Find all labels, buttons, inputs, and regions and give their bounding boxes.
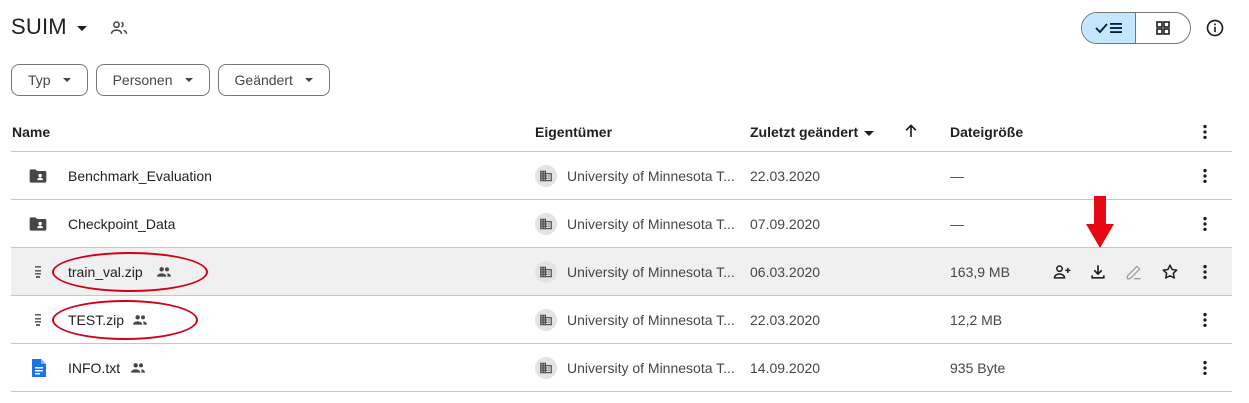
column-owner-header[interactable]: Eigentümer xyxy=(535,124,612,140)
row-modified: 06.03.2020 xyxy=(750,264,821,280)
people-icon xyxy=(133,315,147,325)
row-name[interactable]: TEST.zip xyxy=(68,312,124,328)
check-list-icon xyxy=(1094,23,1122,34)
row-size: — xyxy=(950,216,964,232)
caret-down-icon xyxy=(184,78,193,82)
domain-icon xyxy=(540,266,552,278)
row-owner: University of Minnesota T... xyxy=(567,312,735,328)
shared-folder-icon xyxy=(29,217,47,231)
row-name[interactable]: Checkpoint_Data xyxy=(68,216,175,232)
table-row[interactable]: INFO.txt University of Minnesota T... 14… xyxy=(11,344,1232,392)
caret-down-icon xyxy=(304,78,313,82)
caret-down-icon xyxy=(76,25,87,31)
owner-avatar xyxy=(535,261,557,283)
red-arrow-down-icon xyxy=(1086,196,1114,248)
row-modified: 14.09.2020 xyxy=(750,360,821,376)
row-owner: University of Minnesota T... xyxy=(567,264,735,280)
zip-file-icon xyxy=(35,266,41,278)
document-icon xyxy=(32,359,46,377)
folder-title-dropdown[interactable]: SUIM xyxy=(11,14,87,40)
column-size-header[interactable]: Dateigröße xyxy=(950,124,1023,140)
row-modified: 22.03.2020 xyxy=(750,168,821,184)
table-header: Name Eigentümer Zuletzt geändert Dateigr… xyxy=(11,112,1232,152)
table-row[interactable]: Benchmark_Evaluation University of Minne… xyxy=(11,152,1232,200)
row-owner: University of Minnesota T... xyxy=(567,168,735,184)
download-icon[interactable] xyxy=(1088,262,1108,282)
rename-icon[interactable] xyxy=(1124,262,1144,282)
row-modified: 07.09.2020 xyxy=(750,216,821,232)
grid-view-button[interactable] xyxy=(1136,13,1190,43)
people-outline-icon[interactable] xyxy=(109,18,129,38)
filter-modified-chip[interactable]: Geändert xyxy=(217,64,330,96)
owner-avatar xyxy=(535,165,557,187)
star-icon[interactable] xyxy=(1160,262,1180,282)
row-modified: 22.03.2020 xyxy=(750,312,821,328)
row-owner: University of Minnesota T... xyxy=(567,360,735,376)
row-size: 12,2 MB xyxy=(950,312,1003,328)
table-row[interactable]: TEST.zip University of Minnesota T... 22… xyxy=(11,296,1232,344)
column-modified-header[interactable]: Zuletzt geändert xyxy=(750,124,875,140)
row-name[interactable]: train_val.zip xyxy=(68,264,143,280)
caret-down-icon xyxy=(62,78,71,82)
owner-avatar xyxy=(535,309,557,331)
row-name[interactable]: INFO.txt xyxy=(68,360,120,376)
chip-label: Typ xyxy=(28,72,51,88)
share-icon[interactable] xyxy=(1052,262,1072,282)
toolbar-header: SUIM xyxy=(0,0,1249,56)
chip-label: Geändert xyxy=(234,72,293,88)
info-icon[interactable] xyxy=(1205,18,1225,38)
domain-icon xyxy=(540,170,552,182)
column-name-header[interactable]: Name xyxy=(12,124,50,140)
more-vert-icon[interactable] xyxy=(1195,310,1215,330)
more-vert-icon[interactable] xyxy=(1195,122,1215,142)
row-size: — xyxy=(950,168,964,184)
owner-avatar xyxy=(535,357,557,379)
column-modified-label: Zuletzt geändert xyxy=(750,124,859,140)
people-icon xyxy=(131,363,145,373)
shared-folder-icon xyxy=(29,169,47,183)
table-row[interactable]: train_val.zip University of Minnesota T.… xyxy=(11,248,1232,296)
domain-icon xyxy=(540,362,552,374)
more-vert-icon[interactable] xyxy=(1195,262,1215,282)
row-name[interactable]: Benchmark_Evaluation xyxy=(68,168,212,184)
owner-avatar xyxy=(535,213,557,235)
view-toggle xyxy=(1081,12,1191,44)
row-size: 163,9 MB xyxy=(950,264,1010,280)
more-vert-icon[interactable] xyxy=(1195,166,1215,186)
filter-chips: Typ Personen Geändert xyxy=(11,64,330,96)
grid-icon xyxy=(1156,21,1170,35)
chip-label: Personen xyxy=(112,72,173,88)
row-size: 935 Byte xyxy=(950,360,1006,376)
filter-type-chip[interactable]: Typ xyxy=(11,64,88,96)
filter-people-chip[interactable]: Personen xyxy=(95,64,210,96)
zip-file-icon xyxy=(35,314,41,326)
more-vert-icon[interactable] xyxy=(1195,214,1215,234)
folder-title: SUIM xyxy=(11,14,67,39)
domain-icon xyxy=(540,218,552,230)
more-vert-icon[interactable] xyxy=(1195,358,1215,378)
list-view-button[interactable] xyxy=(1082,13,1137,43)
domain-icon xyxy=(540,314,552,326)
people-icon xyxy=(157,267,171,277)
table-row[interactable]: Checkpoint_Data University of Minnesota … xyxy=(11,200,1232,248)
sort-arrow-up-icon[interactable] xyxy=(902,122,920,140)
row-owner: University of Minnesota T... xyxy=(567,216,735,232)
caret-down-icon xyxy=(864,130,875,136)
